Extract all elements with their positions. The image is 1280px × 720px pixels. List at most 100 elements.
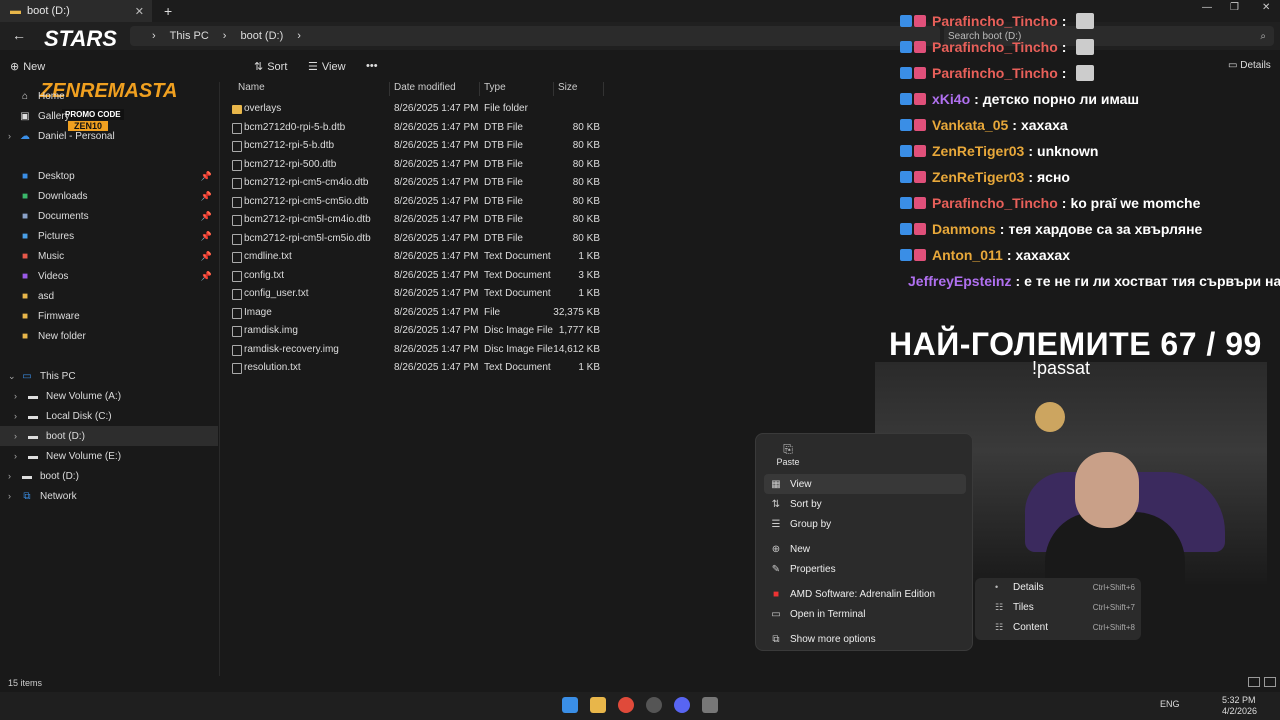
pin-icon[interactable]: 📌 — [201, 231, 212, 242]
file-name: overlays — [244, 103, 282, 114]
menu-item-terminal[interactable]: ▭ Open in Terminal — [764, 604, 966, 624]
file-row[interactable]: bcm2712-rpi-500.dtb 8/26/2025 1:47 PM DTB … — [225, 156, 605, 174]
folder-icon: ■ — [21, 290, 29, 302]
sidebar-item-quick[interactable]: ■ New folder — [0, 326, 218, 346]
drive-icon: ▬ — [28, 390, 38, 402]
sidebar-item-network[interactable]: › ⧉ Network — [0, 486, 218, 506]
view-button[interactable]: ☰ View — [308, 60, 346, 74]
content-icon: ☷ — [995, 621, 1004, 632]
folder-icon: ■ — [21, 310, 29, 322]
pin-icon[interactable]: 📌 — [201, 191, 212, 202]
breadcrumb[interactable]: › This PC › boot (D:) › — [130, 26, 940, 46]
file-name: bcm2712d0-rpi-5-b.dtb — [244, 121, 346, 133]
file-row[interactable]: ramdisk.img 8/26/2025 1:47 PM Disc Image F… — [225, 322, 605, 340]
menu-item-amd[interactable]: ■ AMD Software: Adrenalin Edition — [764, 584, 966, 604]
sidebar-item-drive-e[interactable]: › ▬ New Volume (E:) — [0, 446, 218, 466]
sidebar-item-drive-d[interactable]: › ▬ boot (D:) — [0, 426, 218, 446]
item-count: 15 items — [8, 678, 43, 688]
more-button[interactable]: ••• — [366, 60, 378, 72]
sidebar-item-quick[interactable]: ■ Pictures 📌 — [0, 226, 218, 246]
file-row[interactable]: config_user.txt 8/26/2025 1:47 PM Text Doc… — [225, 285, 605, 303]
menu-item-more-options[interactable]: ⧉ Show more options — [764, 629, 966, 649]
sidebar-item-boot[interactable]: › ▬ boot (D:) — [0, 466, 218, 486]
breadcrumb-this-pc[interactable]: This PC — [170, 30, 209, 42]
chevron-right-icon: › — [14, 411, 17, 421]
sidebar-item-quick[interactable]: ■ Documents 📌 — [0, 206, 218, 226]
sidebar-item-quick[interactable]: ■ asd — [0, 286, 218, 306]
file-row[interactable]: bcm2712-rpi-cm5l-cm4io.dtb 8/26/2025 1:47… — [225, 211, 605, 229]
chat-text: ko praĭ we momche — [1070, 195, 1201, 211]
file-row[interactable]: cmdline.txt 8/26/2025 1:47 PM Text Documen… — [225, 248, 605, 266]
language-indicator[interactable]: ENG — [1160, 699, 1180, 709]
sidebar-item-home[interactable]: ⌂ Home — [0, 86, 218, 106]
file-size: 80 KB — [572, 232, 600, 244]
sidebar-item-onedrive[interactable]: › ☁ Daniel - Personal — [0, 126, 218, 146]
sidebar-item-drive-c[interactable]: › ▬ Local Disk (C:) — [0, 406, 218, 426]
emote-icon — [1076, 13, 1095, 29]
file-size: 1 KB — [578, 251, 600, 262]
chat-message: ZenReTiger03: ясно — [900, 166, 1280, 188]
paste-button[interactable]: ⎘ Paste — [768, 442, 808, 467]
file-explorer-icon[interactable] — [590, 697, 606, 713]
menu-item-view[interactable]: ▦ View — [764, 474, 966, 494]
file-date: 8/26/2025 1:47 PM — [394, 177, 479, 188]
file-row[interactable]: config.txt 8/26/2025 1:47 PM Text Document… — [225, 267, 605, 285]
steam-icon[interactable] — [702, 697, 718, 713]
column-header-size[interactable]: Size — [554, 82, 604, 96]
sort-button[interactable]: ⇅ Sort — [254, 60, 287, 74]
file-row[interactable]: resolution.txt 8/26/2025 1:47 PM Text Docu… — [225, 359, 605, 377]
details-view-icon[interactable] — [1248, 677, 1260, 687]
discord-icon[interactable] — [674, 697, 690, 713]
pin-icon[interactable]: 📌 — [201, 251, 212, 262]
file-icon — [232, 122, 242, 134]
column-header-type[interactable]: Type — [480, 82, 554, 96]
close-tab-icon[interactable]: ✕ — [135, 5, 144, 18]
submenu-label: Details — [1013, 581, 1044, 593]
file-row[interactable]: Image 8/26/2025 1:47 PM File 32,375 KB — [225, 304, 605, 322]
sidebar-item-quick[interactable]: ■ Firmware — [0, 306, 218, 326]
sidebar-item-quick[interactable]: ■ Music 📌 — [0, 246, 218, 266]
chrome-icon[interactable] — [618, 697, 634, 713]
clock-time[interactable]: 5:32 PM — [1222, 695, 1256, 705]
tiles-view-icon[interactable] — [1264, 677, 1276, 687]
tab-boot[interactable]: ▬ boot (D:) ✕ — [0, 0, 152, 22]
column-header-date[interactable]: Date modified — [390, 82, 480, 96]
chat-text: unknown — [1037, 143, 1099, 159]
file-row[interactable]: ramdisk-recovery.img 8/26/2025 1:47 PM Dis… — [225, 341, 605, 359]
menu-item-group-by[interactable]: ☰ Group by — [764, 514, 966, 534]
new-tab-button[interactable]: + — [164, 3, 172, 19]
badge-icon — [914, 145, 926, 157]
sidebar-label: Network — [40, 490, 77, 502]
chat-separator: : — [1006, 247, 1012, 263]
file-row[interactable]: bcm2712-rpi-cm5l-cm5io.dtb 8/26/2025 1:47… — [225, 230, 605, 248]
pin-icon[interactable]: 📌 — [201, 171, 212, 182]
submenu-item-details[interactable]: • Details Ctrl+Shift+6 — [995, 578, 1135, 596]
start-icon[interactable] — [562, 697, 578, 713]
file-row[interactable]: bcm2712-rpi-cm5-cm4io.dtb 8/26/2025 1:47 … — [225, 174, 605, 192]
chat-separator: : — [1061, 13, 1067, 29]
file-name: bcm2712-rpi-5-b.dtb — [244, 140, 335, 151]
file-row[interactable]: bcm2712-rpi-cm5-cm5io.dtb 8/26/2025 1:47 … — [225, 193, 605, 211]
pin-icon[interactable]: 📌 — [201, 211, 212, 222]
sidebar-item-drive-a[interactable]: › ▬ New Volume (A:) — [0, 386, 218, 406]
obs-icon[interactable] — [646, 697, 662, 713]
sidebar-item-this-pc[interactable]: ⌄ ▭ This PC — [0, 366, 218, 386]
submenu-item-content[interactable]: ☷ Content Ctrl+Shift+8 — [995, 618, 1135, 636]
sidebar-item-gallery[interactable]: ▣ Gallery — [0, 106, 218, 126]
file-row[interactable]: bcm2712-rpi-5-b.dtb 8/26/2025 1:47 PM DTB … — [225, 137, 605, 155]
file-row[interactable]: bcm2712d0-rpi-5-b.dtb 8/26/2025 1:47 PM DT… — [225, 119, 605, 137]
sidebar-item-quick[interactable]: ■ Videos 📌 — [0, 266, 218, 286]
back-button[interactable]: ← — [12, 27, 26, 43]
file-name: bcm2712-rpi-cm5-cm5io.dtb — [244, 195, 369, 207]
sidebar-item-quick[interactable]: ■ Desktop 📌 — [0, 166, 218, 186]
file-row[interactable]: overlays 8/26/2025 1:47 PM File folder — [225, 100, 605, 118]
submenu-item-tiles[interactable]: ☷ Tiles Ctrl+Shift+7 — [995, 598, 1135, 616]
menu-item-sort-by[interactable]: ⇅ Sort by — [764, 494, 966, 514]
menu-item-new[interactable]: ⊕ New — [764, 539, 966, 559]
clock-date[interactable]: 4/2/2026 — [1222, 706, 1257, 716]
pin-icon[interactable]: 📌 — [201, 271, 212, 282]
column-header-name[interactable]: Name — [234, 82, 390, 96]
menu-item-properties[interactable]: ✎ Properties — [764, 559, 966, 579]
breadcrumb-boot[interactable]: boot (D:) — [240, 30, 283, 42]
sidebar-item-quick[interactable]: ■ Downloads 📌 — [0, 186, 218, 206]
